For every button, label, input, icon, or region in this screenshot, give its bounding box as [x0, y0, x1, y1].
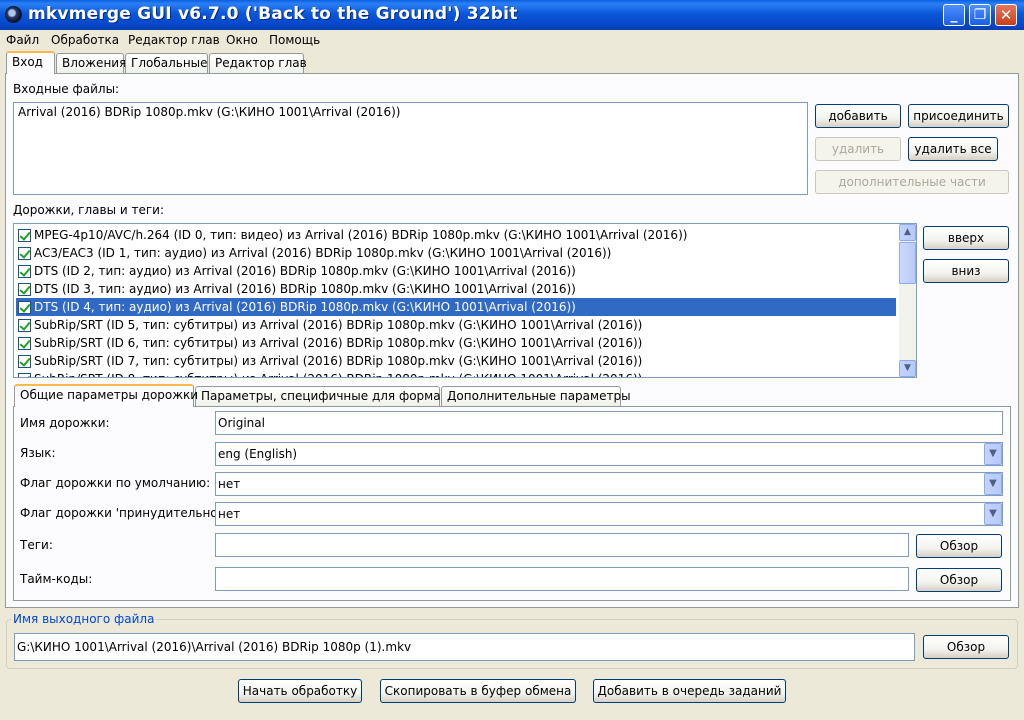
move-up-button[interactable]: вверх — [923, 226, 1009, 250]
append-button[interactable]: присоединить — [908, 104, 1009, 128]
track-row[interactable]: DTS (ID 3, тип: аудио) из Arrival (2016)… — [16, 280, 896, 298]
window-title: mkvmerge GUI v6.7.0 ('Back to the Ground… — [28, 4, 518, 24]
checkbox[interactable] — [18, 265, 31, 278]
input-files-list[interactable]: Arrival (2016) BDRip 1080p.mkv (G:\КИНО … — [13, 102, 808, 195]
track-row[interactable]: SubRip/SRT (ID 5, тип: субтитры) из Arri… — [16, 316, 896, 334]
track-name-input[interactable]: Original — [215, 411, 1003, 435]
input-files-label: Входные файлы: — [13, 82, 120, 96]
menu-chapter-editor[interactable]: Редактор глав — [128, 33, 220, 47]
tab-extra-options[interactable]: Дополнительные параметры — [441, 386, 631, 407]
start-muxing-button[interactable]: Начать обработку — [238, 679, 362, 703]
close-button[interactable]: ✕ — [995, 4, 1017, 26]
language-select[interactable]: eng (English) ▼ — [215, 442, 1003, 466]
remove-all-button[interactable]: удалить все — [908, 137, 998, 161]
language-label: Язык: — [20, 446, 56, 460]
tags-input[interactable] — [215, 533, 909, 557]
checkbox[interactable] — [18, 283, 31, 296]
title-bar[interactable]: mkvmerge GUI v6.7.0 ('Back to the Ground… — [0, 0, 1024, 30]
track-row[interactable]: SubRip/SRT (ID 8, тип: субтитры) из Arri… — [16, 370, 896, 377]
menu-file[interactable]: Файл — [6, 33, 39, 47]
track-row[interactable]: SubRip/SRT (ID 7, тип: субтитры) из Arri… — [16, 352, 896, 370]
remove-button[interactable]: удалить — [815, 137, 901, 161]
maximize-button[interactable]: ❐ — [969, 4, 991, 26]
tags-label: Теги: — [20, 538, 53, 552]
track-row-selected[interactable]: DTS (ID 4, тип: аудио) из Arrival (2016)… — [16, 298, 896, 316]
tab-general-track-options[interactable]: Общие параметры дорожки — [14, 384, 198, 407]
input-file-item[interactable]: Arrival (2016) BDRip 1080p.mkv (G:\КИНО … — [18, 105, 400, 119]
scroll-down-icon[interactable]: ▼ — [899, 360, 916, 377]
timecodes-label: Тайм-коды: — [20, 572, 93, 586]
output-file-label: Имя выходного файла — [11, 612, 157, 626]
tab-global[interactable]: Глобальные — [125, 53, 208, 74]
track-name-label: Имя дорожки: — [20, 416, 110, 430]
checkbox[interactable] — [18, 319, 31, 332]
output-browse-button[interactable]: Обзор — [923, 635, 1009, 659]
copy-to-clipboard-button[interactable]: Скопировать в буфер обмена — [380, 679, 576, 703]
default-flag-label: Флаг дорожки по умолчанию: — [20, 476, 211, 490]
timecodes-input[interactable] — [215, 567, 909, 591]
add-button[interactable]: добавить — [815, 104, 901, 128]
output-file-input[interactable]: G:\КИНО 1001\Arrival (2016)\Arrival (201… — [14, 633, 915, 661]
tab-format-specific-options[interactable]: Параметры, специфичные для формата — [195, 386, 455, 407]
menu-window[interactable]: Окно — [226, 33, 258, 47]
checkbox[interactable] — [18, 229, 31, 242]
checkbox[interactable] — [18, 355, 31, 368]
track-row[interactable]: SubRip/SRT (ID 6, тип: субтитры) из Arri… — [16, 334, 896, 352]
tracks-scrollbar[interactable]: ▲ ▼ — [899, 224, 916, 377]
tab-chapter-editor[interactable]: Редактор глав — [209, 53, 307, 74]
tab-input[interactable]: Вход — [6, 51, 55, 74]
tab-attachments[interactable]: Вложения — [56, 53, 126, 74]
additional-parts-button[interactable]: дополнительные части — [815, 170, 1009, 194]
tracks-list[interactable]: MPEG-4p10/AVC/h.264 (ID 0, тип: видео) и… — [13, 223, 917, 378]
chevron-down-icon[interactable]: ▼ — [984, 473, 1002, 495]
app-icon — [5, 6, 22, 23]
menu-help[interactable]: Помощь — [269, 33, 320, 47]
add-to-job-queue-button[interactable]: Добавить в очередь заданий — [593, 679, 786, 703]
tracks-label: Дорожки, главы и теги: — [13, 203, 164, 217]
forced-flag-select[interactable]: нет ▼ — [215, 502, 1003, 526]
scroll-up-icon[interactable]: ▲ — [899, 224, 916, 241]
default-flag-select[interactable]: нет ▼ — [215, 472, 1003, 496]
menu-process[interactable]: Обработка — [51, 33, 119, 47]
tags-browse-button[interactable]: Обзор — [916, 534, 1002, 558]
checkbox[interactable] — [18, 247, 31, 260]
track-row[interactable]: DTS (ID 2, тип: аудио) из Arrival (2016)… — [16, 262, 896, 280]
menu-bar: Файл Обработка Редактор глав Окно Помощь — [0, 30, 1024, 50]
chevron-down-icon[interactable]: ▼ — [984, 443, 1002, 465]
checkbox[interactable] — [18, 373, 31, 377]
minimize-button[interactable]: _ — [943, 4, 965, 26]
checkbox[interactable] — [18, 337, 31, 350]
timecodes-browse-button[interactable]: Обзор — [916, 568, 1002, 592]
track-row[interactable]: MPEG-4p10/AVC/h.264 (ID 0, тип: видео) и… — [16, 226, 896, 244]
chevron-down-icon[interactable]: ▼ — [984, 503, 1002, 525]
track-row[interactable]: AC3/EAC3 (ID 1, тип: аудио) из Arrival (… — [16, 244, 896, 262]
scroll-thumb[interactable] — [899, 242, 916, 284]
move-down-button[interactable]: вниз — [923, 259, 1009, 283]
checkbox[interactable] — [18, 301, 31, 314]
forced-flag-label: Флаг дорожки 'принудительно': — [20, 506, 225, 520]
